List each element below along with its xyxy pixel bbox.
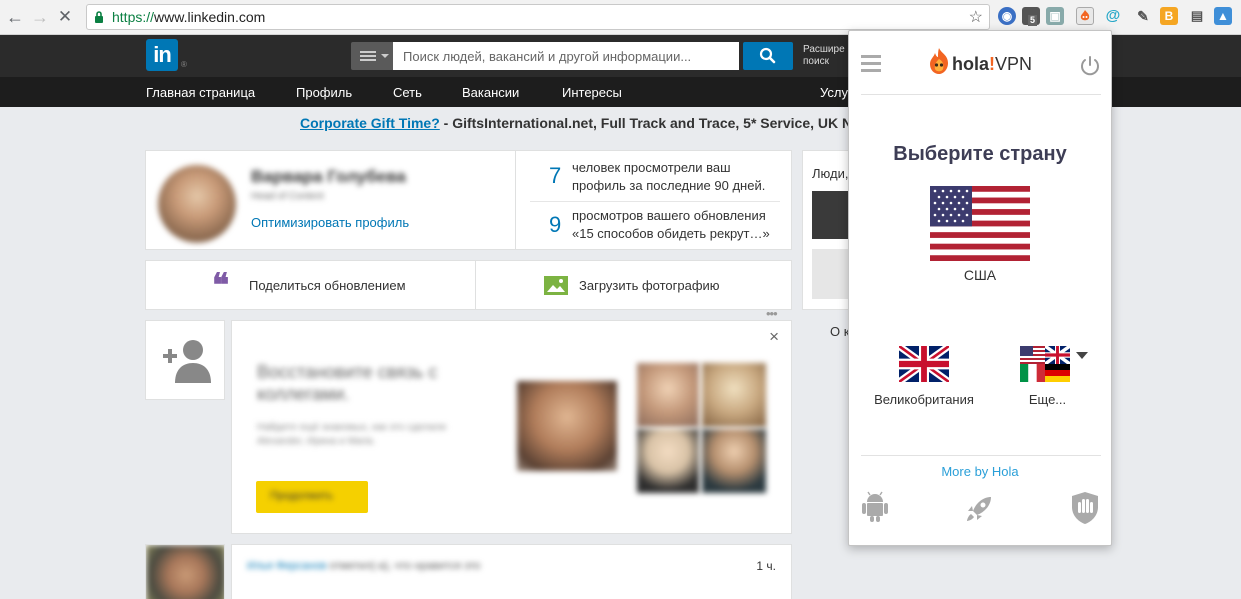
profile-card: Варвара Голубева Head of Content Оптимиз… bbox=[145, 150, 516, 250]
continue-button[interactable]: Продолжить bbox=[256, 481, 368, 513]
feed-author-avatar[interactable] bbox=[145, 544, 225, 599]
profile-name[interactable]: Варвара Голубева bbox=[251, 167, 406, 187]
share-update-label: Поделиться обновлением bbox=[249, 278, 406, 293]
nav-interests[interactable]: Интересы bbox=[562, 85, 622, 100]
bookmark-star-icon[interactable]: ☆ bbox=[969, 7, 983, 27]
share-update-button[interactable]: ❝ Поделиться обновлением bbox=[145, 260, 476, 310]
address-bar[interactable]: https://www.linkedin.com ☆ bbox=[86, 4, 990, 30]
profile-views-count[interactable]: 7 bbox=[549, 163, 561, 189]
quote-icon: ❝ bbox=[212, 266, 230, 304]
reconnect-title: Восстановите связь с коллегами. bbox=[257, 362, 438, 404]
add-person-icon bbox=[163, 340, 211, 383]
stop-loading-icon[interactable]: ✕ bbox=[54, 6, 76, 28]
pen-tool-icon[interactable]: ✎ bbox=[1134, 7, 1152, 25]
upload-photo-button[interactable]: Загрузить фотографию bbox=[475, 260, 792, 310]
nav-services[interactable]: Услу bbox=[820, 85, 848, 100]
profile-stats-card: 7 человек просмотрели ваш профиль за пос… bbox=[515, 150, 792, 250]
url-text: https://www.linkedin.com bbox=[112, 9, 266, 25]
android-icon[interactable] bbox=[862, 491, 888, 523]
hola-flame-icon bbox=[930, 48, 948, 74]
people-card-title: Люди, bbox=[812, 166, 849, 181]
add-connection-tile[interactable] bbox=[145, 320, 225, 400]
more-by-hola-link[interactable]: More by Hola bbox=[849, 464, 1111, 479]
search-input[interactable] bbox=[393, 42, 739, 70]
privacy-shield-icon[interactable] bbox=[1071, 491, 1099, 525]
nav-profile[interactable]: Профиль bbox=[296, 85, 352, 100]
suggested-person-photo[interactable] bbox=[812, 249, 852, 299]
connection-photo[interactable] bbox=[637, 429, 699, 493]
upload-photo-label: Загрузить фотографию bbox=[579, 278, 720, 293]
connection-photo[interactable] bbox=[702, 363, 766, 427]
ad-banner-text: - GiftsInternational.net, Full Track and… bbox=[439, 115, 853, 131]
profile-avatar[interactable] bbox=[158, 165, 236, 243]
reconnect-card: × Восстановите связь с коллегами. Найдит… bbox=[231, 320, 792, 534]
hola-extension-icon[interactable] bbox=[1076, 7, 1094, 25]
forward-icon[interactable]: → bbox=[29, 6, 51, 28]
connection-photo[interactable] bbox=[517, 381, 617, 471]
ad-banner: Corporate Gift Time? - GiftsInternationa… bbox=[300, 115, 852, 131]
bitcoin-icon[interactable]: B bbox=[1160, 7, 1178, 25]
more-options-icon[interactable]: ••• bbox=[766, 306, 778, 321]
photo-icon bbox=[544, 276, 568, 295]
fingerprint-icon[interactable]: @ bbox=[1104, 7, 1122, 25]
lock-icon bbox=[95, 11, 103, 23]
nav-jobs[interactable]: Вакансии bbox=[462, 85, 519, 100]
update-views-count[interactable]: 9 bbox=[549, 212, 561, 238]
screenshot-extension-icon[interactable]: ▣ bbox=[1046, 7, 1064, 25]
connection-photo[interactable] bbox=[637, 363, 699, 427]
power-icon[interactable] bbox=[1079, 55, 1101, 77]
optimize-profile-link[interactable]: Оптимизировать профиль bbox=[251, 215, 409, 230]
divider bbox=[861, 94, 1101, 95]
update-views-text[interactable]: просмотров вашего обновления «15 способо… bbox=[572, 207, 782, 243]
selected-country-label[interactable]: США bbox=[849, 267, 1111, 283]
choose-country-title: Выберите страну bbox=[893, 143, 1067, 165]
footer-label: О к bbox=[830, 324, 850, 339]
chevron-down-icon[interactable] bbox=[1076, 352, 1088, 365]
divider bbox=[530, 201, 780, 202]
suggested-person-photo[interactable] bbox=[812, 191, 852, 239]
feed-item-text[interactable]: Илья Ферсанов отметил(-а), что нравится … bbox=[247, 560, 480, 572]
nav-home[interactable]: Главная страница bbox=[146, 85, 255, 100]
feed-item: Илья Ферсанов отметил(-а), что нравится … bbox=[231, 544, 792, 599]
registered-mark: ® bbox=[181, 60, 187, 69]
linkedin-logo[interactable]: in bbox=[146, 39, 178, 71]
country-option-more-label[interactable]: Еще... bbox=[1000, 392, 1095, 407]
search-button[interactable] bbox=[743, 42, 793, 70]
connection-photo[interactable] bbox=[702, 429, 766, 493]
extension-list-icon[interactable]: ▤ bbox=[1188, 7, 1206, 25]
profile-headline: Head of Content bbox=[251, 191, 324, 202]
hamburger-menu-icon[interactable] bbox=[861, 55, 881, 58]
nav-network[interactable]: Сеть bbox=[393, 85, 422, 100]
profile-views-text[interactable]: человек просмотрели ваш профиль за после… bbox=[572, 159, 782, 195]
reconnect-body: Найдите ещё знакомых, как это сделали Al… bbox=[257, 422, 446, 447]
divider bbox=[861, 455, 1101, 456]
ad-banner-link[interactable]: Corporate Gift Time? bbox=[300, 115, 440, 131]
uk-flag-icon[interactable] bbox=[899, 346, 949, 382]
hola-vpn-popup: hola!VPN Выберите страну США Великобрита… bbox=[848, 30, 1112, 546]
back-icon[interactable]: ← bbox=[4, 6, 26, 28]
country-option-uk-label[interactable]: Великобритания bbox=[849, 392, 999, 407]
us-flag-icon[interactable] bbox=[930, 186, 1030, 261]
search-category-dropdown[interactable] bbox=[351, 42, 393, 70]
rocket-icon[interactable] bbox=[963, 493, 995, 525]
more-countries-flags-icon[interactable] bbox=[1020, 346, 1070, 382]
search-icon bbox=[759, 47, 776, 64]
close-icon[interactable]: × bbox=[769, 327, 779, 347]
extension-chart-icon[interactable]: ▲ bbox=[1214, 7, 1232, 25]
extension-icon[interactable]: ◉ bbox=[998, 7, 1016, 25]
feed-item-time: 1 ч. bbox=[756, 559, 776, 573]
extension-badge-icon[interactable]: 5 bbox=[1022, 7, 1040, 26]
advanced-search-link[interactable]: Расшире поиск bbox=[803, 44, 849, 68]
